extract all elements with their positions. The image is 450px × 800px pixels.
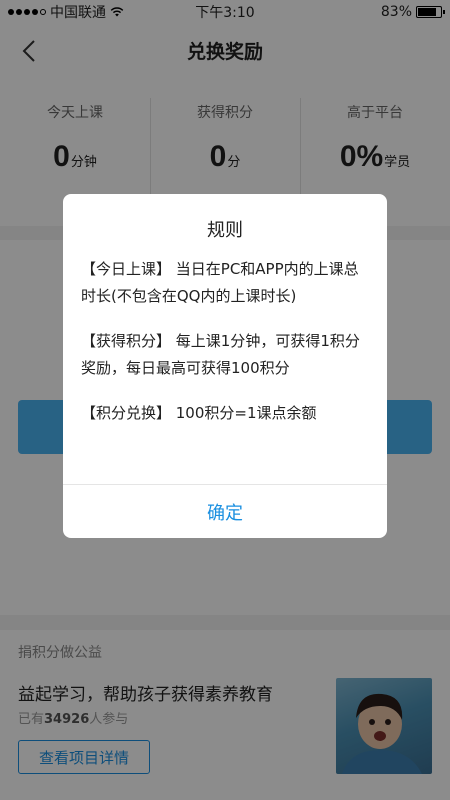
rule-exchange: 【积分兑换】 100积分=1课点余额 [81,404,317,422]
rules-body: 【今日上课】 当日在PC和APP内的上课总时长(不包含在QQ内的上课时长) 【获… [63,242,387,427]
rule-points: 【获得积分】 每上课1分钟，可获得1积分奖励，每日最高可获得100积分 [81,332,360,377]
dialog-title: 规则 [207,220,243,241]
rule-class-time: 【今日上课】 当日在PC和APP内的上课总时长(不包含在QQ内的上课时长) [81,260,359,305]
dialog-footer: 确定 [63,484,387,538]
rules-dialog: 规则 【今日上课】 当日在PC和APP内的上课总时长(不包含在QQ内的上课时长)… [63,194,387,538]
confirm-button[interactable]: 确定 [207,499,243,525]
